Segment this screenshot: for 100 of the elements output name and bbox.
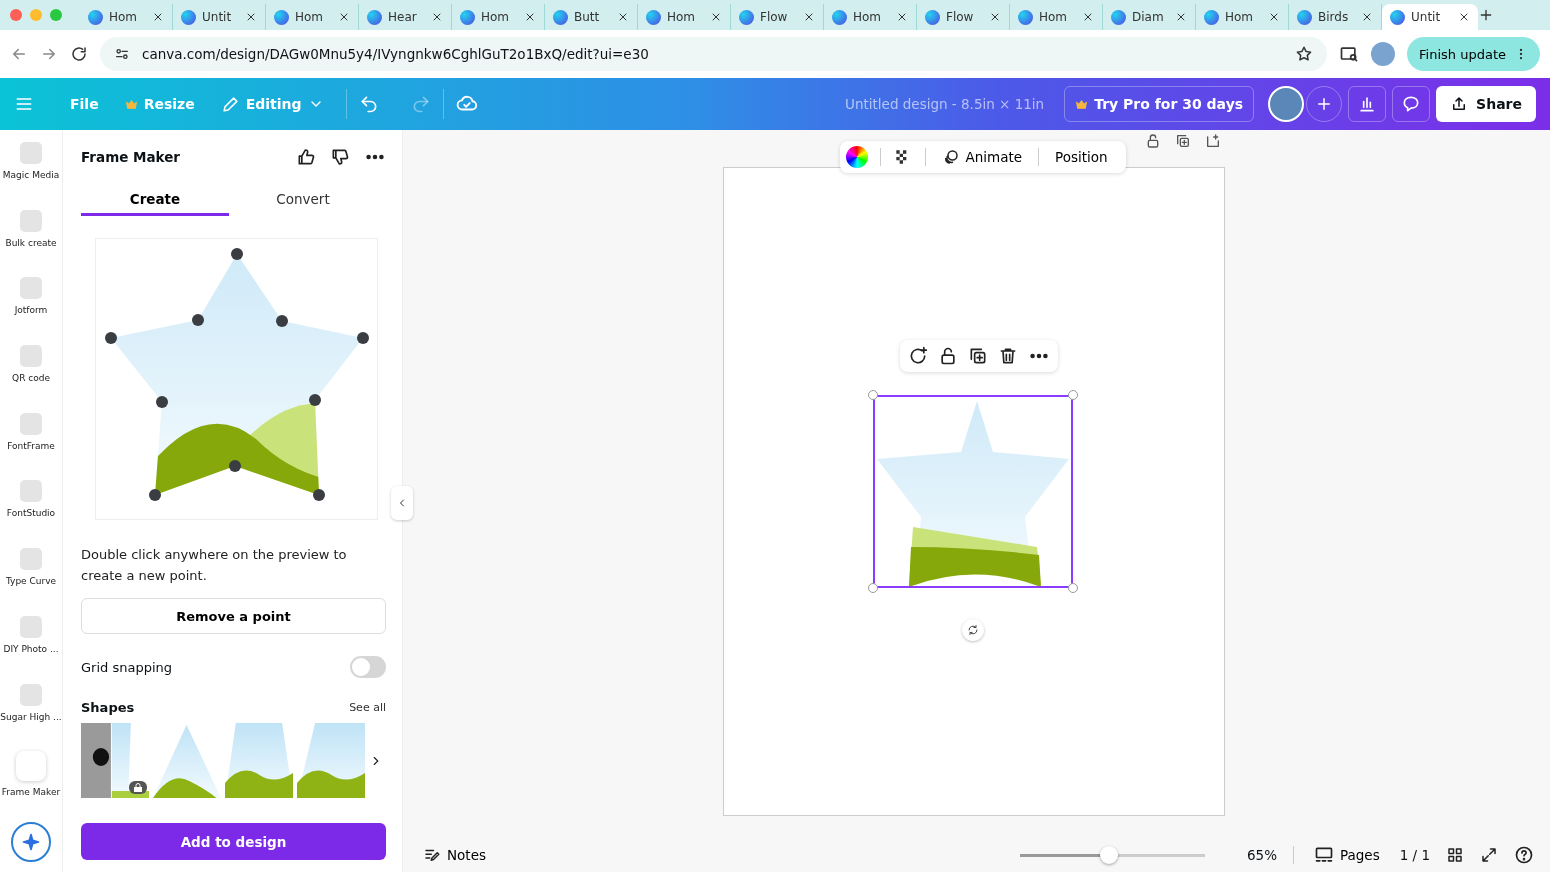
close-icon[interactable] bbox=[1361, 11, 1373, 23]
share-button[interactable]: Share bbox=[1436, 86, 1536, 122]
frame-shape-thumbnail[interactable] bbox=[225, 723, 293, 798]
zoom-slider-thumb[interactable] bbox=[1099, 846, 1118, 864]
browser-tab[interactable]: Untit bbox=[1382, 4, 1478, 30]
pages-button[interactable]: Pages bbox=[1309, 845, 1384, 865]
instruction-text: Double click anywhere on the preview to create a new point. bbox=[81, 546, 348, 585]
rotate-icon bbox=[966, 624, 979, 636]
canva-logo-icon bbox=[1018, 9, 1033, 25]
close-icon[interactable] bbox=[524, 11, 536, 23]
thumbs-down-icon[interactable] bbox=[330, 147, 350, 167]
grid-snapping-label: Grid snapping bbox=[81, 659, 172, 675]
reload-icon[interactable] bbox=[70, 45, 88, 63]
finish-update-button[interactable]: Finish update bbox=[1407, 37, 1540, 71]
page-counter: 1 / 1 bbox=[1399, 847, 1430, 863]
comments-button[interactable] bbox=[1392, 86, 1431, 122]
app-icon bbox=[20, 683, 42, 706]
canva-logo-icon bbox=[460, 9, 475, 25]
canva-logo-icon bbox=[1111, 9, 1126, 25]
close-icon[interactable] bbox=[1175, 11, 1187, 23]
crown-icon bbox=[1075, 97, 1089, 111]
close-icon[interactable] bbox=[245, 11, 257, 23]
pages-icon bbox=[1313, 845, 1334, 865]
profile-avatar[interactable] bbox=[1371, 42, 1396, 66]
grid-snapping-toggle[interactable] bbox=[350, 656, 386, 678]
app-item[interactable]: FontStudio bbox=[0, 480, 62, 549]
new-tab-icon[interactable] bbox=[1478, 7, 1494, 23]
close-icon[interactable] bbox=[803, 11, 815, 23]
close-icon[interactable] bbox=[431, 11, 443, 23]
app-icon bbox=[20, 209, 42, 232]
address-bar[interactable]: canva.com/design/DAGw0Mnu5y4/IVyngnkw6CghlGuT2o1BxQ/edit?ui=e30 bbox=[100, 37, 1328, 71]
panel-title: Frame Maker bbox=[81, 149, 182, 165]
color-wheel-button[interactable] bbox=[845, 146, 868, 168]
canva-logo-icon bbox=[367, 9, 382, 25]
star-icon[interactable] bbox=[1295, 45, 1314, 63]
app-item[interactable]: QR code bbox=[0, 345, 62, 413]
close-icon[interactable] bbox=[338, 11, 350, 23]
star-frame-preview[interactable] bbox=[95, 238, 378, 520]
app-item[interactable]: Magic Media bbox=[0, 142, 62, 210]
notes-button[interactable]: Notes bbox=[419, 846, 490, 864]
panel-tab[interactable]: Convert bbox=[229, 184, 377, 216]
close-icon[interactable] bbox=[710, 11, 722, 23]
sparkle-button[interactable] bbox=[11, 822, 51, 862]
user-avatar[interactable] bbox=[1268, 86, 1305, 122]
crown-icon bbox=[124, 97, 138, 111]
close-icon[interactable] bbox=[1458, 11, 1470, 23]
close-icon[interactable] bbox=[1082, 11, 1094, 23]
frame-shape-thumbnail[interactable] bbox=[297, 723, 365, 798]
shapes-heading: Shapes bbox=[81, 700, 135, 715]
app-icon bbox=[20, 480, 42, 503]
thumbs-up-icon[interactable] bbox=[296, 147, 316, 167]
app-item[interactable]: Bulk create bbox=[0, 209, 62, 278]
canva-logo-icon bbox=[553, 9, 568, 25]
app-icon bbox=[20, 412, 42, 435]
search-tab-icon[interactable] bbox=[1339, 44, 1360, 64]
close-icon[interactable] bbox=[152, 11, 164, 23]
app-item[interactable]: Jotform bbox=[0, 277, 62, 346]
zoom-percentage[interactable]: 65% bbox=[1246, 847, 1277, 863]
try-pro-button[interactable]: Try Pro for 30 days bbox=[1064, 86, 1255, 122]
canva-logo-icon bbox=[739, 9, 754, 25]
frame-shape-thumbnail[interactable] bbox=[81, 723, 149, 798]
frame-shape-thumbnail[interactable] bbox=[153, 723, 221, 798]
close-icon[interactable] bbox=[617, 11, 629, 23]
app-item[interactable]: DIY Photo ... bbox=[0, 615, 62, 684]
canva-logo-icon bbox=[646, 9, 661, 25]
canva-logo-icon bbox=[1204, 9, 1219, 25]
app-icon bbox=[20, 548, 42, 571]
see-all-link[interactable]: See all bbox=[349, 701, 386, 714]
add-page-icon[interactable] bbox=[1204, 133, 1221, 149]
duplicate-icon[interactable] bbox=[1174, 133, 1191, 149]
remove-point-button[interactable]: Remove a point bbox=[81, 598, 386, 634]
star-frame-element[interactable] bbox=[872, 395, 1073, 588]
fullscreen-icon[interactable] bbox=[1480, 846, 1498, 864]
app-icon bbox=[20, 615, 42, 638]
app-item[interactable]: FontFrame bbox=[0, 412, 62, 481]
help-icon[interactable] bbox=[1514, 845, 1534, 865]
app-icon bbox=[20, 345, 42, 368]
toolbar-button[interactable]: Position bbox=[1051, 149, 1112, 165]
app-item[interactable]: Type Curve bbox=[0, 548, 62, 616]
panel-tab[interactable]: Create bbox=[81, 184, 229, 216]
undo-button[interactable] bbox=[358, 94, 379, 114]
app-item[interactable]: Sugar High ... bbox=[0, 683, 62, 752]
insights-button[interactable] bbox=[1348, 86, 1387, 122]
app-icon bbox=[20, 277, 42, 300]
canva-logo-icon bbox=[88, 9, 103, 25]
undo-icon bbox=[358, 94, 379, 114]
site-settings-icon[interactable] bbox=[114, 46, 130, 62]
canva-logo-icon bbox=[832, 9, 847, 25]
sparkle-icon bbox=[21, 832, 41, 852]
close-icon[interactable] bbox=[1268, 11, 1280, 23]
lock-icon bbox=[129, 781, 147, 794]
grid-view-icon[interactable] bbox=[1446, 846, 1464, 864]
add-to-design-button[interactable]: Add to design bbox=[81, 823, 386, 860]
close-icon[interactable] bbox=[989, 11, 1001, 23]
close-icon[interactable] bbox=[896, 11, 908, 23]
app-item[interactable]: Frame Maker bbox=[0, 751, 62, 819]
toolbar-button[interactable]: Animate bbox=[937, 148, 1027, 166]
canva-logo-icon bbox=[925, 9, 940, 25]
canva-logo-icon bbox=[1390, 9, 1405, 25]
pencil-icon bbox=[220, 94, 240, 114]
